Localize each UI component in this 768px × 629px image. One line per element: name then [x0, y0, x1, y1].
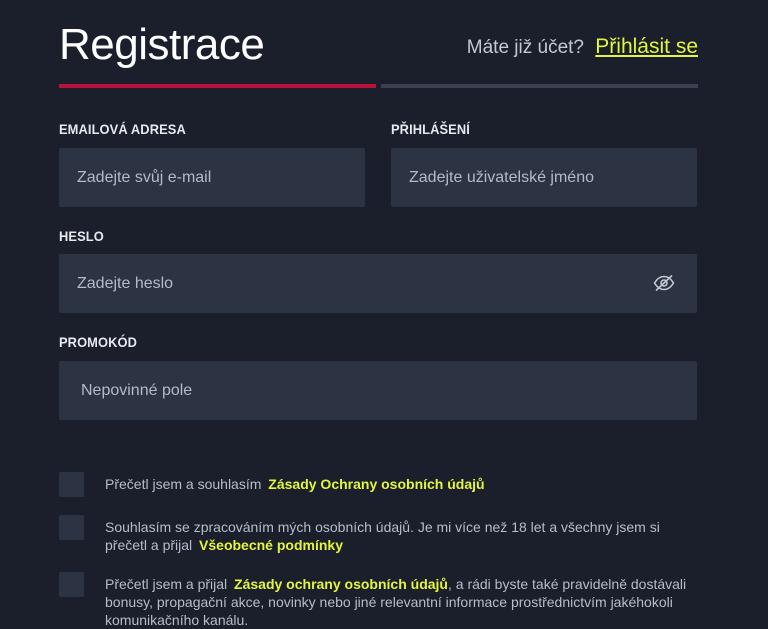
- login-prompt: Máte již účet? Přihlásit se: [467, 34, 698, 61]
- privacy-policy-link[interactable]: Zásady Ochrany osobních údajů: [268, 476, 484, 492]
- consent-checkbox-privacy[interactable]: [59, 472, 84, 497]
- page-title: Registrace: [59, 20, 265, 69]
- password-field-container: [59, 254, 697, 313]
- consent-text-marketing: Přečetl jsem a přijal Zásady ochrany oso…: [105, 575, 695, 629]
- password-label: HESLO: [59, 228, 104, 244]
- consent-text-privacy: Přečetl jsem a souhlasím Zásady Ochrany …: [105, 475, 695, 493]
- email-field[interactable]: [59, 148, 365, 207]
- consent-checkbox-terms[interactable]: [59, 515, 84, 540]
- email-field-container: [59, 148, 365, 207]
- username-label: PŘIHLÁŠENÍ: [391, 121, 470, 137]
- registration-page: Registrace Máte již účet? Přihlásit se E…: [0, 0, 768, 629]
- consent-statement: Přečetl jsem a souhlasím: [105, 476, 262, 492]
- step-indicator-active: [59, 84, 376, 88]
- username-field-container: [391, 148, 697, 207]
- eye-slash-icon[interactable]: [653, 274, 675, 292]
- password-field[interactable]: [59, 254, 697, 313]
- privacy-policy-link[interactable]: Zásady ochrany osobních údajů: [234, 576, 448, 592]
- consent-statement: Souhlasím se zpracováním mých osobních ú…: [105, 519, 660, 553]
- step-indicator-inactive: [381, 84, 698, 88]
- consent-checkbox-marketing[interactable]: [59, 572, 84, 597]
- promo-field-container: [59, 361, 697, 420]
- account-question: Máte již účet?: [466, 37, 585, 58]
- consent-statement: Přečetl jsem a přijal: [105, 576, 228, 592]
- consent-text-terms: Souhlasím se zpracováním mých osobních ú…: [105, 518, 695, 554]
- email-label: EMAILOVÁ ADRESA: [59, 121, 186, 137]
- terms-link[interactable]: Všeobecné podmínky: [199, 537, 343, 553]
- promo-label: PROMOKÓD: [59, 334, 138, 350]
- registration-header: Registrace Máte již účet? Přihlásit se: [59, 18, 698, 74]
- login-link[interactable]: Přihlásit se: [595, 35, 698, 58]
- promo-field[interactable]: [59, 361, 697, 420]
- username-field[interactable]: [391, 148, 697, 207]
- step-progress: [59, 84, 698, 88]
